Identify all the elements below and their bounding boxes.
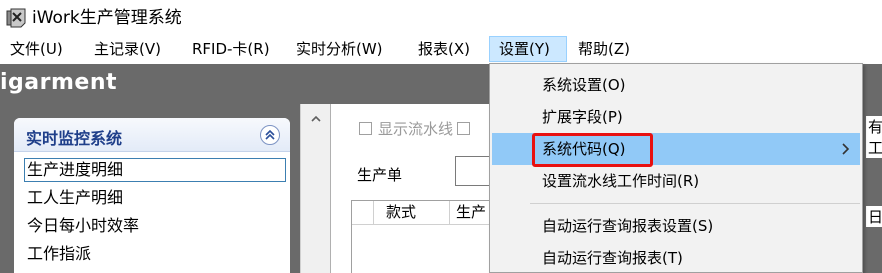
double-chevron-up-icon[interactable]: [260, 125, 280, 145]
submenu-arrow-icon: [842, 143, 850, 155]
nav-item-work-assignment[interactable]: 工作指派: [24, 242, 286, 266]
menu-settings[interactable]: 设置(Y): [489, 36, 567, 62]
menu-reports[interactable]: 报表(X): [418, 36, 470, 62]
show-line-checkbox[interactable]: [359, 121, 372, 135]
brand-name: igarment: [0, 70, 118, 95]
production-order-label: 生产单: [357, 166, 403, 184]
nav-panel: 实时监控系统 生产进度明细 工人生产明细 今日每小时效率 工作指派: [14, 118, 290, 273]
menu-realtime-analysis[interactable]: 实时分析(W): [296, 36, 383, 62]
left-pane: 实时监控系统 生产进度明细 工人生产明细 今日每小时效率 工作指派: [0, 104, 300, 273]
nav-list: 生产进度明细 工人生产明细 今日每小时效率 工作指派: [24, 158, 286, 270]
nav-item-worker-production[interactable]: 工人生产明细: [24, 186, 286, 210]
show-line-checkbox-row[interactable]: 显示流水线: [359, 118, 476, 138]
second-checkbox[interactable]: [457, 121, 471, 135]
menu-rfid-card[interactable]: RFID-卡(R): [192, 36, 270, 62]
nav-panel-title: 实时监控系统: [26, 129, 123, 148]
app-shield-icon: [6, 8, 26, 28]
scroll-up-arrow-icon[interactable]: [309, 112, 323, 126]
grid-col-style[interactable]: 款式: [374, 201, 450, 225]
menu-item-auto-report[interactable]: 自动运行查询报表(T): [492, 242, 860, 273]
menu-item-auto-report-settings[interactable]: 自动运行查询报表设置(S): [492, 210, 860, 242]
menu-separator: [530, 203, 860, 204]
menu-item-extended-fields[interactable]: 扩展字段(P): [492, 101, 860, 133]
menu-bar: 文件(U) 主记录(V) RFID-卡(R) 实时分析(W) 报表(X) 设置(…: [0, 36, 882, 62]
menu-item-system-settings[interactable]: 系统设置(O): [492, 69, 860, 101]
right-edge-label-bottom: 日: [866, 206, 882, 227]
menu-help[interactable]: 帮助(Z): [578, 36, 630, 62]
highlight-annotation: [532, 133, 653, 167]
settings-dropdown-menu: 系统设置(O) 扩展字段(P) 系统代码(Q) 设置流水线工作时间(R) 自动运…: [489, 63, 863, 273]
vertical-scrollbar[interactable]: [300, 104, 330, 273]
nav-item-production-progress[interactable]: 生产进度明细: [24, 158, 286, 182]
nav-item-hourly-efficiency[interactable]: 今日每小时效率: [24, 214, 286, 238]
show-line-label: 显示流水线: [378, 119, 454, 138]
menu-file[interactable]: 文件(U): [10, 36, 63, 62]
right-edge-label-top: 有工: [866, 116, 882, 158]
menu-item-line-work-time[interactable]: 设置流水线工作时间(R): [492, 165, 860, 197]
menu-master-records[interactable]: 主记录(V): [94, 36, 161, 62]
window-title: iWork生产管理系统: [32, 8, 182, 28]
grid-col-rowheader: [352, 201, 374, 225]
nav-panel-header[interactable]: 实时监控系统: [14, 118, 290, 152]
title-bar: iWork生产管理系统: [0, 0, 882, 36]
